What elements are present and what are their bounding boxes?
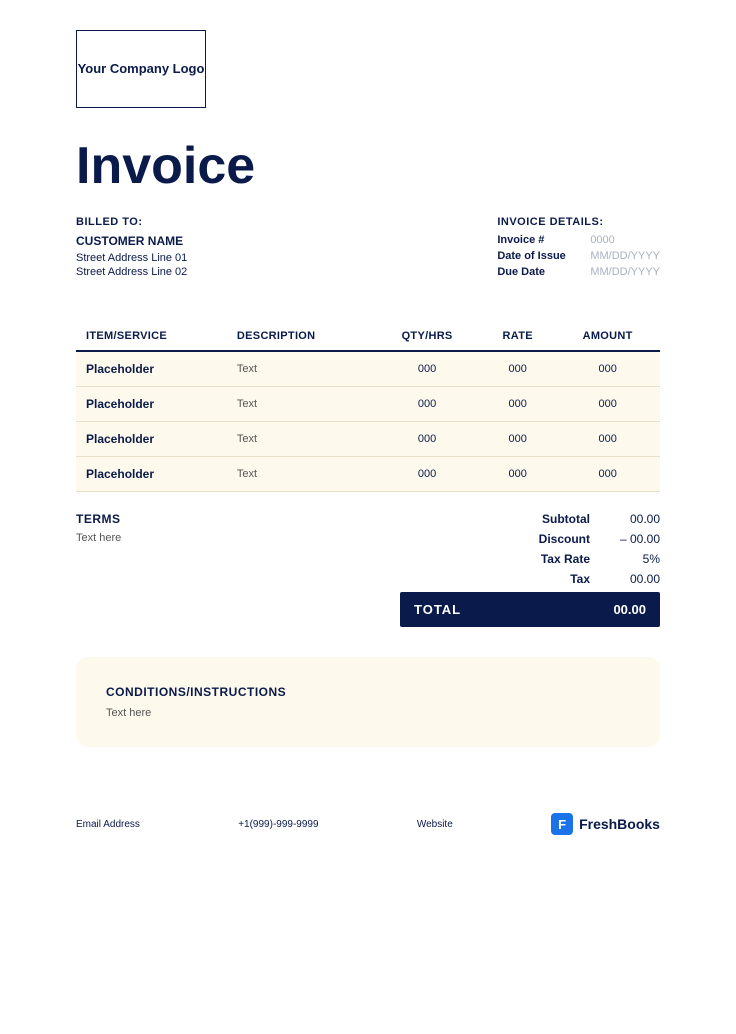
row-amount-1: 000	[555, 387, 660, 422]
table-row: Placeholder Text 000 000 000	[76, 351, 660, 387]
freshbooks-brand-name: FreshBooks	[579, 816, 660, 832]
address-line-1: Street Address Line 01	[76, 252, 187, 264]
date-of-issue-label: Date of Issue	[497, 250, 582, 262]
freshbooks-logo: F FreshBooks	[551, 813, 660, 835]
due-date-row: Due Date MM/DD/YYYY	[497, 266, 660, 278]
row-item-2: Placeholder	[76, 422, 227, 457]
footer-phone: +1(999)-999-9999	[238, 819, 318, 830]
col-header-desc: DESCRIPTION	[227, 322, 374, 351]
invoice-content: Invoice BILLED TO: CUSTOMER NAME Street …	[0, 0, 736, 797]
tax-label: Tax	[400, 572, 590, 586]
footer-website: Website	[417, 819, 453, 830]
row-desc-3: Text	[227, 457, 374, 492]
bottom-section: TERMS Text here Subtotal 00.00 Discount …	[76, 512, 660, 627]
conditions-section: CONDITIONS/INSTRUCTIONS Text here	[76, 657, 660, 747]
discount-row: Discount – 00.00	[400, 532, 660, 546]
col-header-qty: QTY/HRS	[374, 322, 480, 351]
tax-row: Tax 00.00	[400, 572, 660, 586]
totals-section: Subtotal 00.00 Discount – 00.00 Tax Rate…	[400, 512, 660, 627]
terms-label: TERMS	[76, 512, 276, 526]
billing-details-row: BILLED TO: CUSTOMER NAME Street Address …	[76, 216, 660, 282]
row-qty-1: 000	[374, 387, 480, 422]
row-qty-0: 000	[374, 351, 480, 387]
row-rate-3: 000	[480, 457, 555, 492]
tax-value: 00.00	[590, 572, 660, 586]
row-amount-3: 000	[555, 457, 660, 492]
conditions-label: CONDITIONS/INSTRUCTIONS	[106, 685, 630, 699]
row-item-0: Placeholder	[76, 351, 227, 387]
address-line-2: Street Address Line 02	[76, 266, 187, 278]
table-row: Placeholder Text 000 000 000	[76, 387, 660, 422]
freshbooks-icon: F	[551, 813, 573, 835]
invoice-number-row: Invoice # 0000	[497, 234, 660, 246]
date-of-issue-row: Date of Issue MM/DD/YYYY	[497, 250, 660, 262]
total-final-row: TOTAL 00.00	[400, 592, 660, 627]
due-date-label: Due Date	[497, 266, 582, 278]
row-desc-1: Text	[227, 387, 374, 422]
table-row: Placeholder Text 000 000 000	[76, 457, 660, 492]
invoice-title: Invoice	[76, 140, 660, 192]
row-qty-2: 000	[374, 422, 480, 457]
table-row: Placeholder Text 000 000 000	[76, 422, 660, 457]
invoice-details-section: INVOICE DETAILS: Invoice # 0000 Date of …	[497, 216, 660, 282]
terms-section: TERMS Text here	[76, 512, 276, 627]
row-item-1: Placeholder	[76, 387, 227, 422]
row-rate-0: 000	[480, 351, 555, 387]
date-of-issue-value: MM/DD/YYYY	[590, 250, 660, 262]
subtotal-row: Subtotal 00.00	[400, 512, 660, 526]
customer-name: CUSTOMER NAME	[76, 234, 187, 248]
billed-to-section: BILLED TO: CUSTOMER NAME Street Address …	[76, 216, 187, 282]
conditions-text: Text here	[106, 707, 630, 719]
total-final-value: 00.00	[613, 602, 646, 617]
col-header-rate: RATE	[480, 322, 555, 351]
row-rate-2: 000	[480, 422, 555, 457]
subtotal-label: Subtotal	[400, 512, 590, 526]
invoice-number-value: 0000	[590, 234, 614, 246]
row-rate-1: 000	[480, 387, 555, 422]
tax-rate-row: Tax Rate 5%	[400, 552, 660, 566]
discount-value: – 00.00	[590, 532, 660, 546]
discount-label: Discount	[400, 532, 590, 546]
invoice-table: ITEM/SERVICE DESCRIPTION QTY/HRS RATE AM…	[76, 322, 660, 492]
footer-email: Email Address	[76, 819, 140, 830]
col-header-item: ITEM/SERVICE	[76, 322, 227, 351]
terms-text: Text here	[76, 532, 276, 544]
invoice-number-label: Invoice #	[497, 234, 582, 246]
company-logo: Your Company Logo	[76, 30, 206, 108]
row-amount-2: 000	[555, 422, 660, 457]
subtotal-value: 00.00	[590, 512, 660, 526]
tax-rate-value: 5%	[590, 552, 660, 566]
due-date-value: MM/DD/YYYY	[590, 266, 660, 278]
row-qty-3: 000	[374, 457, 480, 492]
invoice-details-label: INVOICE DETAILS:	[497, 216, 660, 228]
total-final-label: TOTAL	[414, 602, 461, 617]
billed-to-label: BILLED TO:	[76, 216, 187, 228]
row-item-3: Placeholder	[76, 457, 227, 492]
table-header-row: ITEM/SERVICE DESCRIPTION QTY/HRS RATE AM…	[76, 322, 660, 351]
tax-rate-label: Tax Rate	[400, 552, 590, 566]
row-desc-2: Text	[227, 422, 374, 457]
row-amount-0: 000	[555, 351, 660, 387]
footer: Email Address +1(999)-999-9999 Website F…	[0, 797, 736, 851]
col-header-amount: AMOUNT	[555, 322, 660, 351]
row-desc-0: Text	[227, 351, 374, 387]
